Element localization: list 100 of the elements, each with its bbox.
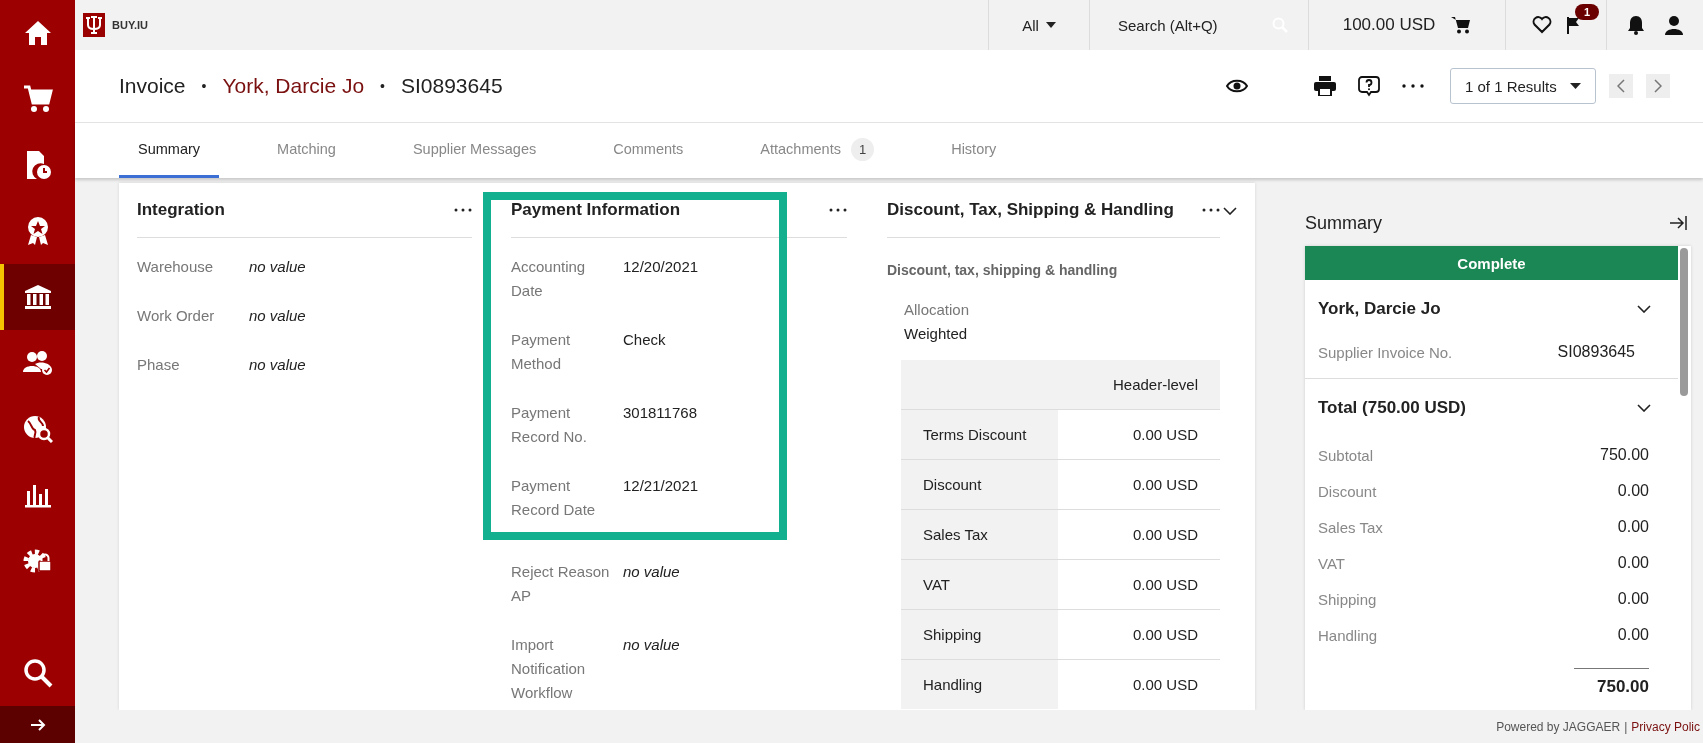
field-label: Subtotal	[1318, 446, 1374, 464]
summary-title: Summary	[1305, 212, 1382, 234]
cart-icon	[22, 85, 53, 113]
title-text: Invoice	[119, 74, 186, 98]
total-title: Total (750.00 USD)	[1318, 398, 1466, 418]
table-cell-text: 0.00 USD	[1131, 625, 1199, 645]
tab[interactable]: Supplier Messages	[393, 123, 556, 178]
field-label: Phase	[137, 355, 181, 375]
search-field[interactable]: Search (Alt+Q)	[1116, 15, 1270, 35]
previous-button[interactable]	[1609, 74, 1633, 98]
field-label: Import Notification Workflow	[511, 635, 587, 703]
more-icon[interactable]	[1402, 84, 1424, 88]
heart-icon[interactable]	[1532, 16, 1552, 34]
people-icon	[22, 350, 53, 376]
field-label: Supplier Invoice No.	[1318, 343, 1453, 361]
more-icon[interactable]	[1202, 208, 1220, 212]
field-label: VAT	[1318, 554, 1345, 572]
table-cell-text: 0.00 USD	[1131, 475, 1199, 495]
cart-total[interactable]: 100.00 USD	[1342, 15, 1436, 35]
chevron-down-icon[interactable]	[1637, 305, 1651, 313]
grand-total: 750.00	[1597, 677, 1649, 697]
field-value: 0.00	[1617, 518, 1649, 536]
scrollbar-thumb[interactable]	[1680, 248, 1688, 396]
more-icon[interactable]	[454, 208, 472, 212]
arrow-right-icon	[29, 717, 46, 732]
caret-icon	[1045, 22, 1056, 28]
tab[interactable]: Summary	[119, 123, 220, 178]
bar-chart-icon	[23, 482, 52, 508]
tab[interactable]: History	[932, 123, 1016, 178]
privacy-policy-link[interactable]: Privacy Polic	[1631, 719, 1700, 734]
field-label: Work Order	[137, 306, 216, 326]
field-value: no value	[249, 355, 306, 375]
help-icon[interactable]	[1358, 75, 1380, 97]
bank-icon	[23, 284, 52, 310]
field-label: Shipping	[1318, 590, 1377, 608]
field-value: 301811768	[623, 403, 697, 423]
field-label: Sales Tax	[1318, 518, 1383, 536]
field-value: 12/21/2021	[623, 476, 699, 496]
section-title: Discount, Tax, Shipping & Handling	[887, 200, 1174, 220]
table-cell-text: 0.00 USD	[1131, 675, 1199, 695]
field-label: Handling	[1318, 626, 1378, 644]
table-cell-text: 0.00 USD	[1131, 525, 1199, 545]
print-icon[interactable]	[1314, 76, 1336, 96]
user-icon[interactable]	[1665, 15, 1683, 35]
cart-icon[interactable]	[1451, 16, 1472, 34]
field-value: 750.00	[1600, 446, 1649, 464]
supplier-name: York, Darcie Jo	[1318, 299, 1441, 319]
supplier-link[interactable]: York, Darcie Jo	[222, 74, 365, 98]
field-value: 0.00	[1617, 590, 1649, 608]
chevron-right-icon	[1654, 79, 1662, 93]
globe-search-icon	[22, 415, 53, 443]
field-value: 0.00	[1617, 554, 1649, 572]
tab[interactable]: Attachments 1	[741, 123, 894, 178]
section-title: Integration	[137, 200, 225, 220]
row-header: Handling	[901, 660, 1058, 709]
powered-by-text: Powered by JAGGAER	[1496, 719, 1621, 734]
row-header: Sales Tax	[901, 510, 1058, 559]
bell-icon[interactable]	[1627, 15, 1645, 35]
search-icon	[22, 658, 53, 688]
field-label: Warehouse	[137, 257, 215, 277]
row-header: Discount	[901, 460, 1058, 509]
field-value: 12/20/2021	[623, 257, 699, 277]
collapse-panel-icon[interactable]	[1669, 215, 1687, 231]
field-label: Payment Method	[511, 330, 572, 374]
field-value: no value	[623, 562, 680, 582]
status-banner: Complete	[1305, 246, 1678, 280]
field-value: SI0893645	[1557, 343, 1635, 361]
field-value: no value	[623, 635, 680, 655]
section-subtitle: Discount, tax, shipping & handling	[887, 262, 1119, 278]
field-value: Weighted	[904, 324, 969, 344]
field-value: 0.00	[1617, 626, 1649, 644]
field-label: Discount	[1318, 482, 1377, 500]
field-value: no value	[249, 257, 306, 277]
eye-icon[interactable]	[1226, 79, 1248, 93]
section-title: Payment Information	[511, 200, 681, 220]
table-cell-text: 0.00 USD	[1131, 575, 1199, 595]
sidebar-item[interactable]	[0, 264, 75, 330]
column-header: Header-level	[1058, 360, 1220, 409]
table-cell-text: 0.00 USD	[1131, 425, 1199, 445]
caret-icon	[1570, 83, 1581, 89]
title-text: SI0893645	[401, 74, 503, 98]
row-header: VAT	[901, 560, 1058, 609]
chevron-down-icon[interactable]	[1223, 206, 1237, 215]
field-label: Reject Reason AP	[511, 562, 611, 606]
brand-name: BUY.IU	[112, 19, 149, 31]
chevron-down-icon[interactable]	[1637, 404, 1651, 412]
flag-icon[interactable]	[1566, 16, 1580, 34]
more-icon[interactable]	[829, 208, 847, 212]
count-badge: 1	[850, 137, 875, 161]
tab[interactable]: Comments	[594, 123, 703, 178]
footer-separator: |	[1624, 719, 1628, 734]
field-value: 0.00	[1617, 482, 1649, 500]
row-header: Terms Discount	[901, 410, 1058, 459]
field-value: no value	[249, 306, 306, 326]
next-button[interactable]	[1646, 74, 1670, 98]
tab[interactable]: Matching	[258, 123, 355, 178]
row-header: Shipping	[901, 610, 1058, 659]
results-dropdown[interactable]: 1 of 1 Results	[1450, 68, 1596, 104]
field-label: Payment Record Date	[511, 476, 597, 520]
title-separator: •	[201, 78, 207, 94]
